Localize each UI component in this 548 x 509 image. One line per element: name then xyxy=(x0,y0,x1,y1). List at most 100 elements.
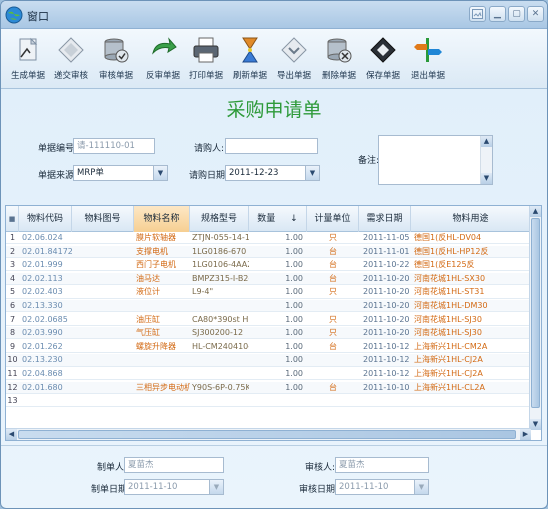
cell-qty[interactable]: 1.00 xyxy=(251,259,303,271)
cell-drawing[interactable] xyxy=(75,341,133,353)
cell-code[interactable]: 02.03.990 xyxy=(22,327,72,339)
cell-date[interactable]: 2011-10-20 xyxy=(363,327,411,339)
table-row[interactable]: 13 xyxy=(6,395,531,408)
cell-unit[interactable] xyxy=(307,368,359,380)
scroll-right-icon[interactable]: ▶ xyxy=(520,429,531,440)
doc-no-field[interactable]: 请-111110-01 xyxy=(73,138,155,154)
chevron-down-icon[interactable]: ▼ xyxy=(305,166,319,180)
cell-spec[interactable]: CA80*390st HL- xyxy=(192,314,249,326)
cell-name[interactable] xyxy=(136,395,190,407)
cell-unit[interactable]: 台 xyxy=(307,273,359,285)
table-row[interactable]: 8 02.03.990 气压缸 SJ300200-12 1.00 只 2011-10-20 河… xyxy=(6,327,531,340)
cell-unit[interactable]: 只 xyxy=(307,232,359,244)
title-bar[interactable]: 窗口 ▁ ▢ ✕ xyxy=(1,1,547,29)
table-row[interactable]: 12 02.01.680 三相异步电动机Y90S-6P-0.75KW1.00 台 201… xyxy=(6,381,531,394)
cell-drawing[interactable] xyxy=(75,395,133,407)
cell-unit[interactable]: 台 xyxy=(307,382,359,394)
cell-qty[interactable]: 1.00 xyxy=(251,246,303,258)
review-doc-button[interactable]: 审核单据 xyxy=(91,33,141,87)
cell-spec[interactable]: BMPZ315-I-B2-T xyxy=(192,273,249,285)
cell-use[interactable]: 上海新兴1HL-CL2A xyxy=(414,382,530,394)
close-button[interactable]: ✕ xyxy=(527,6,544,22)
cell-use[interactable]: 河南花城1HL-SJ30 xyxy=(414,327,530,339)
cell-drawing[interactable] xyxy=(75,246,133,258)
cell-date[interactable]: 2011-10-12 xyxy=(363,354,411,366)
table-row[interactable]: 11 02.04.868 1.00 2011-10-12 上海新兴1HL-CJ2A xyxy=(6,368,531,381)
table-row[interactable]: 4 02.02.113 油马达BMPZ315-I-B2-T1.00 台 2011-10-… xyxy=(6,272,531,286)
col-header-date[interactable]: 需求日期 xyxy=(359,206,411,232)
table-row[interactable]: 6 02.13.330 1.00 2011-10-20 河南花城1HL-DM30 xyxy=(6,300,531,313)
cell-use[interactable]: 河南花城1HL-DM30 xyxy=(414,300,530,312)
cell-date[interactable]: 2011-10-20 xyxy=(363,314,411,326)
chevron-down-icon[interactable]: ▼ xyxy=(209,480,223,494)
cell-date[interactable]: 2011-11-01 xyxy=(363,246,411,258)
vertical-scrollbar[interactable]: ▲ ▼ xyxy=(529,206,541,430)
cell-qty[interactable]: 1.00 xyxy=(251,341,303,353)
cell-qty[interactable]: 1.00 xyxy=(251,286,303,298)
scroll-up-icon[interactable]: ▲ xyxy=(530,206,541,217)
cell-name[interactable]: 三相异步电动机 xyxy=(136,382,190,394)
date-picker[interactable]: 2011-12-23 ▼ xyxy=(225,165,320,181)
cell-spec[interactable]: L9-4" xyxy=(192,286,249,298)
cell-code[interactable]: 02.01.999 xyxy=(22,259,72,271)
cell-qty[interactable]: 1.00 xyxy=(251,368,303,380)
cell-code[interactable]: 02.04.868 xyxy=(22,368,72,380)
cell-name[interactable]: 液位计 xyxy=(136,286,190,298)
cell-code[interactable]: 02.06.024 xyxy=(22,232,72,244)
horizontal-scrollbar[interactable]: ◀ ▶ xyxy=(6,428,531,440)
cell-drawing[interactable] xyxy=(75,382,133,394)
table-row[interactable]: 1 02.06.024 膜片软轴器 ZTJN-055-14-15 1.00 只 2011-1… xyxy=(6,232,531,245)
minimize-button[interactable]: ▁ xyxy=(489,6,506,22)
table-row[interactable]: 2 02.01.84172 支撑电机1LG0186-670 151.00 台 2011-… xyxy=(6,245,531,258)
cell-spec[interactable]: Y90S-6P-0.75KW xyxy=(192,382,249,394)
cell-unit[interactable]: 台 xyxy=(307,341,359,353)
exit-button[interactable]: 退出单据 xyxy=(403,33,453,87)
cell-spec[interactable] xyxy=(192,395,249,407)
cell-name[interactable]: 油压缸 xyxy=(136,314,190,326)
cell-code[interactable]: 02.02.113 xyxy=(22,273,72,285)
cell-drawing[interactable] xyxy=(75,327,133,339)
table-row[interactable]: 9 02.01.262 螺旋升降器HL-CM240410-001.00 台 2011-1… xyxy=(6,341,531,354)
table-row[interactable]: 7 02.02.0685 油压缸CA80*390st HL-1.00 只 2011-10… xyxy=(6,314,531,326)
cell-use[interactable]: 河南花城1HL-ST31 xyxy=(414,286,530,298)
cell-name[interactable] xyxy=(136,368,190,380)
cell-spec[interactable] xyxy=(192,368,249,380)
cell-date[interactable]: 2011-10-12 xyxy=(363,341,411,353)
cell-unit[interactable]: 台 xyxy=(307,259,359,271)
save-button[interactable]: 保存单据 xyxy=(358,33,408,87)
cell-qty[interactable]: 1.00 xyxy=(251,354,303,366)
maker-field[interactable]: 夏苗杰 xyxy=(124,457,224,473)
cell-use[interactable]: 德国1(反HL-HP12反 xyxy=(414,246,530,258)
col-header-spec[interactable]: 规格型号 xyxy=(190,206,249,232)
table-row[interactable]: 5 02.02.403 液位计 L9-4" 1.00 只 2011-10-20 河南花城1HL… xyxy=(6,286,531,299)
delete-button[interactable]: 删除单据 xyxy=(314,33,364,87)
cell-drawing[interactable] xyxy=(75,286,133,298)
cell-date[interactable]: 2011-10-20 xyxy=(363,300,411,312)
refresh-button[interactable]: 刷新单据 xyxy=(225,33,275,87)
col-header-name[interactable]: 物料名称 xyxy=(134,206,190,232)
cell-name[interactable]: 支撑电机 xyxy=(136,246,190,258)
select-all-corner[interactable]: ■ xyxy=(6,206,19,232)
cell-date[interactable]: 2011-10-20 xyxy=(363,273,411,285)
col-header-drawing[interactable]: 物料图号 xyxy=(72,206,134,232)
cell-qty[interactable]: 1.00 xyxy=(251,382,303,394)
cell-spec[interactable]: ZTJN-055-14-15 xyxy=(192,232,249,244)
cell-spec[interactable]: 1LG0186-670 15 xyxy=(192,246,249,258)
cell-use[interactable]: 河南花城1HL-SX30 xyxy=(414,273,530,285)
cell-date[interactable]: 2011-10-10 xyxy=(363,382,411,394)
cell-spec[interactable]: HL-CM240410-00 xyxy=(192,341,249,353)
cell-name[interactable] xyxy=(136,354,190,366)
source-select[interactable]: MRP单 ▼ xyxy=(73,165,168,181)
cell-drawing[interactable] xyxy=(75,300,133,312)
cell-drawing[interactable] xyxy=(75,314,133,326)
chevron-down-icon[interactable]: ▼ xyxy=(414,480,428,494)
items-grid[interactable]: ■ 物料代码 物料图号 物料名称 规格型号 数量 ↓ 计量单位 需求日期 物料用… xyxy=(5,205,542,441)
table-row[interactable]: 10 02.13.230 1.00 2011-10-12 上海新兴1HL-CJ2A xyxy=(6,354,531,367)
cell-drawing[interactable] xyxy=(75,259,133,271)
cell-code[interactable]: 02.01.680 xyxy=(22,382,72,394)
cell-code[interactable]: 02.13.230 xyxy=(22,354,72,366)
cell-use[interactable]: 上海新兴1HL-CJ2A xyxy=(414,354,530,366)
cell-unit[interactable]: 只 xyxy=(307,286,359,298)
scroll-left-icon[interactable]: ◀ xyxy=(6,429,17,440)
scroll-up-icon[interactable]: ▲ xyxy=(481,136,492,147)
